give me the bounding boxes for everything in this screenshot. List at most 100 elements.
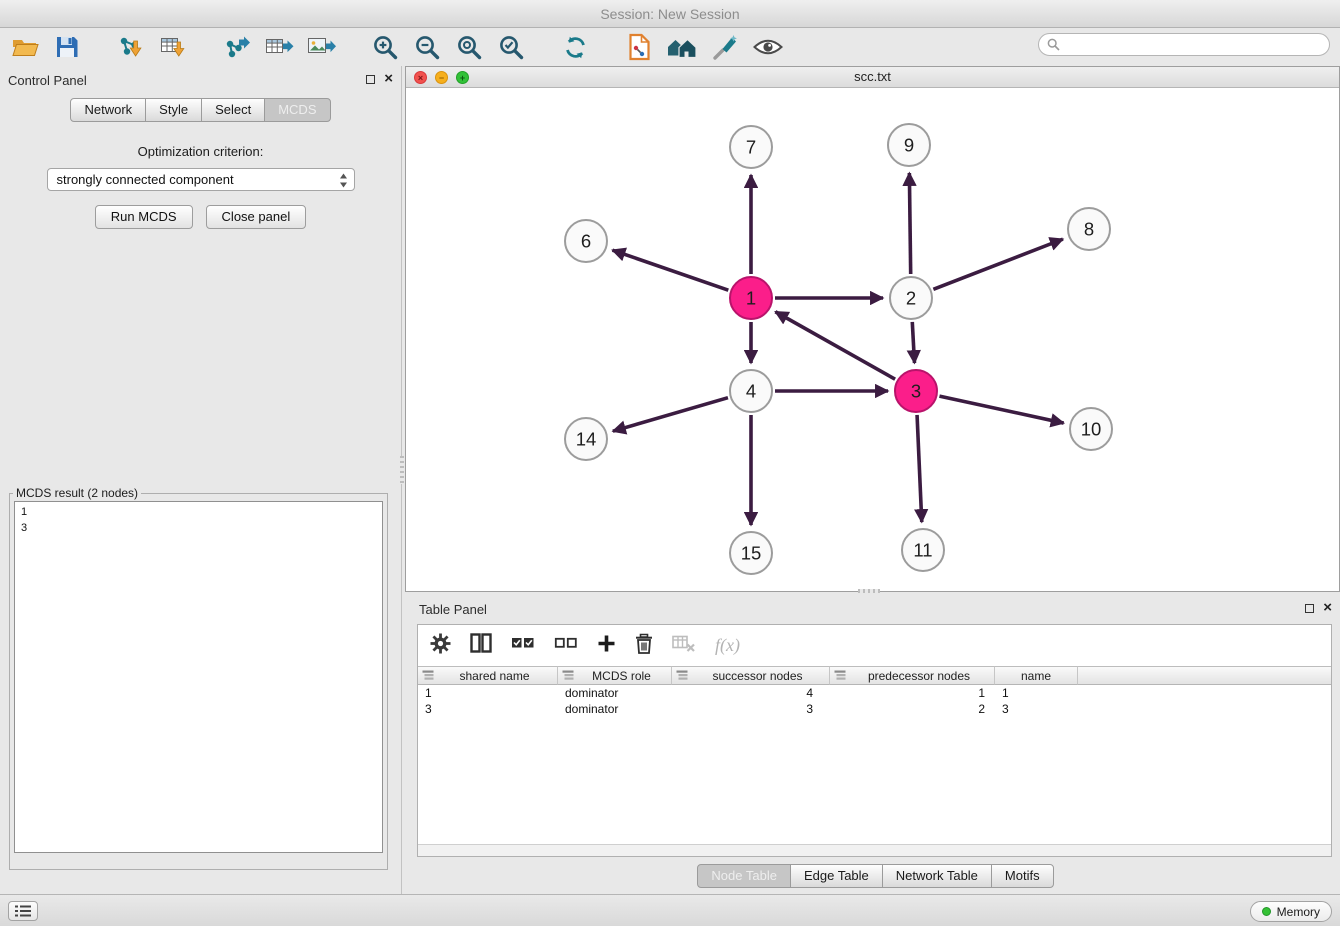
delete-table-icon[interactable] — [672, 634, 696, 658]
cell-successor-nodes[interactable]: 4 — [672, 685, 830, 701]
control-panel-tabs: Network Style Select MCDS — [0, 94, 401, 122]
control-panel: Control Panel × Network Style Select MCD… — [0, 66, 402, 894]
show-hide-icon[interactable] — [752, 31, 784, 63]
network-file-icon[interactable] — [624, 31, 654, 63]
graph-edge[interactable] — [909, 173, 910, 274]
zoom-selected-icon[interactable] — [496, 31, 526, 63]
tab-node-table[interactable]: Node Table — [697, 864, 791, 888]
graph-node[interactable]: 15 — [730, 532, 772, 574]
zoom-in-icon[interactable] — [370, 31, 400, 63]
graph-node-label: 6 — [581, 231, 591, 252]
close-panel-icon[interactable]: × — [384, 72, 393, 86]
network-canvas[interactable]: 7 9 6 8 1 2 4 3 14 10 15 11 — [406, 88, 1339, 591]
search-input[interactable] — [1065, 37, 1321, 52]
graph-node[interactable]: 3 — [895, 370, 937, 412]
delete-column-icon[interactable] — [635, 633, 653, 659]
column-header-name[interactable]: name — [995, 666, 1078, 685]
graph-node[interactable]: 8 — [1068, 208, 1110, 250]
cell-name[interactable]: 1 — [995, 685, 1078, 701]
run-mcds-button[interactable]: Run MCDS — [95, 205, 193, 229]
window-titlebar: Session: New Session — [0, 0, 1340, 28]
tab-motifs[interactable]: Motifs — [991, 864, 1054, 888]
column-header-predecessor-nodes[interactable]: predecessor nodes — [830, 666, 995, 685]
column-type-icon — [422, 670, 434, 681]
cell-successor-nodes[interactable]: 3 — [672, 701, 830, 717]
column-header-shared-name[interactable]: shared name — [418, 666, 558, 685]
cell-shared-name[interactable]: 1 — [418, 685, 558, 701]
cell-mcds-role[interactable]: dominator — [558, 701, 672, 717]
graph-edge[interactable] — [917, 415, 922, 522]
table-tabs: Node Table Edge Table Network Table Moti… — [411, 864, 1340, 888]
graph-node[interactable]: 10 — [1070, 408, 1112, 450]
close-table-panel-icon[interactable]: × — [1323, 601, 1332, 615]
control-panel-title: Control Panel — [8, 73, 87, 88]
table-row[interactable]: 1 dominator 4 1 1 — [418, 685, 1331, 701]
export-image-icon[interactable] — [306, 31, 336, 63]
open-file-icon[interactable] — [10, 31, 40, 63]
vertical-splitter-handle[interactable] — [400, 456, 404, 484]
graph-node[interactable]: 7 — [730, 126, 772, 168]
cell-predecessor-nodes[interactable]: 2 — [830, 701, 995, 717]
tab-mcds[interactable]: MCDS — [264, 98, 330, 122]
graph-edge[interactable] — [775, 312, 895, 379]
graph-node-label: 7 — [746, 137, 756, 158]
cell-shared-name[interactable]: 3 — [418, 701, 558, 717]
column-header-mcds-role[interactable]: MCDS role — [558, 666, 672, 685]
graph-node[interactable]: 9 — [888, 124, 930, 166]
tab-network-table[interactable]: Network Table — [882, 864, 992, 888]
table-header-row: shared name MCDS role successor nodes pr… — [418, 666, 1331, 685]
settings-gear-icon[interactable] — [430, 633, 451, 659]
graph-node[interactable]: 2 — [890, 277, 932, 319]
graph-edge[interactable] — [933, 239, 1063, 289]
export-table-icon[interactable] — [264, 31, 294, 63]
cell-name[interactable]: 3 — [995, 701, 1078, 717]
graph-edge[interactable] — [939, 396, 1063, 423]
horizontal-splitter-handle[interactable] — [858, 589, 880, 593]
graph-node[interactable]: 14 — [565, 418, 607, 460]
column-header-successor-nodes[interactable]: successor nodes — [672, 666, 830, 685]
graph-edge[interactable] — [613, 398, 728, 431]
float-panel-icon[interactable] — [366, 75, 375, 84]
graph-node[interactable]: 1 — [730, 277, 772, 319]
criterion-value: strongly connected component — [57, 172, 234, 187]
criterion-dropdown[interactable]: strongly connected component — [47, 168, 355, 191]
export-network-icon[interactable] — [222, 31, 252, 63]
window-zoom-icon[interactable]: + — [456, 71, 469, 84]
tab-edge-table[interactable]: Edge Table — [790, 864, 883, 888]
function-builder-icon[interactable]: f(x) — [715, 635, 740, 656]
search-box[interactable] — [1038, 33, 1330, 56]
tab-select[interactable]: Select — [201, 98, 265, 122]
graph-node[interactable]: 11 — [902, 529, 944, 571]
import-table-icon[interactable] — [158, 31, 188, 63]
window-title: Session: New Session — [600, 6, 739, 22]
save-session-icon[interactable] — [52, 31, 82, 63]
unselect-all-columns-icon[interactable] — [554, 635, 578, 656]
graph-node-label: 2 — [906, 288, 916, 309]
zoom-fit-icon[interactable] — [454, 31, 484, 63]
graph-edge[interactable] — [912, 322, 914, 363]
task-history-button[interactable] — [8, 901, 38, 921]
add-column-icon[interactable] — [597, 634, 616, 658]
graph-node-label: 8 — [1084, 219, 1094, 240]
table-horizontal-scrollbar[interactable] — [418, 844, 1331, 856]
graph-edge[interactable] — [612, 250, 728, 290]
window-minimize-icon[interactable]: − — [435, 71, 448, 84]
close-panel-button[interactable]: Close panel — [206, 205, 307, 229]
zoom-out-icon[interactable] — [412, 31, 442, 63]
graph-node[interactable]: 4 — [730, 370, 772, 412]
tab-style[interactable]: Style — [145, 98, 202, 122]
cell-mcds-role[interactable]: dominator — [558, 685, 672, 701]
apply-style-icon[interactable] — [710, 31, 740, 63]
float-table-panel-icon[interactable] — [1305, 604, 1314, 613]
cell-predecessor-nodes[interactable]: 1 — [830, 685, 995, 701]
first-neighbors-icon[interactable] — [666, 31, 698, 63]
select-all-columns-icon[interactable] — [511, 635, 535, 656]
graph-node[interactable]: 6 — [565, 220, 607, 262]
memory-button[interactable]: Memory — [1250, 901, 1332, 922]
tab-network[interactable]: Network — [70, 98, 146, 122]
refresh-view-icon[interactable] — [560, 31, 590, 63]
window-close-icon[interactable]: × — [414, 71, 427, 84]
table-row[interactable]: 3 dominator 3 2 3 — [418, 701, 1331, 717]
show-columns-icon[interactable] — [470, 633, 492, 658]
import-network-icon[interactable] — [116, 31, 146, 63]
